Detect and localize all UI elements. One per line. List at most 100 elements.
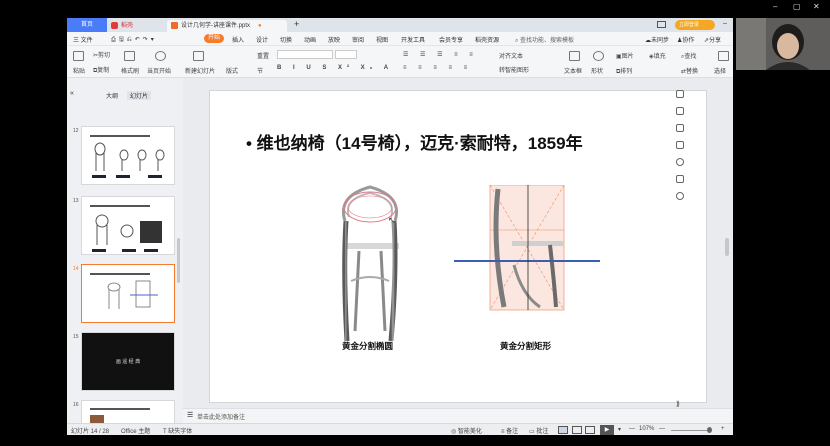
arrange-button[interactable]: ⧉排列	[616, 66, 632, 76]
tab-daoke[interactable]: 稻壳	[107, 20, 165, 32]
minimize-button[interactable]: –	[723, 20, 727, 27]
menu-animation[interactable]: 动画	[304, 35, 316, 44]
picture-button[interactable]: ▣图片	[616, 51, 634, 60]
location-side-icon[interactable]	[676, 192, 684, 200]
theme-name: Office 主题	[121, 429, 151, 435]
cut-label: 剪切	[98, 53, 111, 59]
notes-placeholder: 单击此处添加备注	[197, 415, 246, 421]
help-side-icon[interactable]	[676, 158, 684, 166]
collab-button[interactable]: ♟协作	[677, 35, 694, 44]
notes-toggle[interactable]: ≡ 备注	[501, 426, 518, 435]
new-slide-icon	[193, 51, 204, 61]
chair-golden-ellipse-image[interactable]	[325, 181, 415, 346]
beautify-side-icon[interactable]	[676, 90, 684, 98]
search-box[interactable]: ⌕ 查找功能、搜索模板	[515, 35, 574, 45]
zoom-menu-icon[interactable]: ▾	[618, 426, 621, 433]
missing-font-button[interactable]: T 缺失字体	[163, 426, 192, 435]
menu-design[interactable]: 设计	[256, 35, 268, 44]
select-button[interactable]: 选择	[714, 66, 726, 75]
backup-side-icon[interactable]	[676, 175, 684, 183]
notes-pane[interactable]: ☰ 单击此处添加备注	[183, 408, 733, 422]
file-menu[interactable]: 三 文件	[73, 35, 93, 44]
shape-button[interactable]: 形状	[591, 66, 603, 75]
menu-start[interactable]: 开始	[204, 34, 225, 43]
chair-golden-rectangle-image[interactable]	[454, 185, 614, 320]
reset-button[interactable]: 重置	[257, 51, 269, 60]
undo-toolbar[interactable]: ⎙🖫⎌↶↷▾	[111, 35, 157, 45]
animation-side-icon[interactable]	[676, 141, 684, 149]
zoom-slider-thumb[interactable]	[707, 427, 712, 433]
font-name-dropdown[interactable]	[277, 50, 333, 59]
slide-thumbnail-14[interactable]	[81, 264, 175, 323]
zoom-out-button[interactable]: —	[629, 426, 635, 432]
replace-button[interactable]: ⇄替换	[681, 66, 698, 75]
text-format-buttons[interactable]: B I U S X² X₂ A	[277, 65, 393, 71]
vertical-scrollbar[interactable]	[725, 238, 729, 256]
sorter-view-icon[interactable]	[572, 426, 582, 434]
webcam-video-overlay	[736, 18, 830, 70]
sync-status[interactable]: ☁未同步	[645, 35, 669, 44]
collapse-panel-icon[interactable]: «	[70, 90, 74, 97]
menu-view[interactable]: 视图	[376, 35, 388, 44]
from-current-button[interactable]: 当页开始	[147, 66, 171, 75]
align-text-label: 对齐文本	[499, 54, 524, 60]
text-box-button[interactable]: 文本框	[564, 66, 582, 75]
normal-view-icon[interactable]	[558, 426, 568, 434]
cut-button[interactable]: ✂剪切	[93, 50, 110, 59]
slide-thumbnail-16[interactable]	[81, 400, 175, 425]
notes-icon: ☰	[187, 412, 194, 419]
slide-thumbnail-15[interactable]: 画 遥 经 典	[81, 332, 175, 391]
menu-daoke-resources[interactable]: 稻壳资源	[475, 35, 499, 44]
slide-thumbnail-12[interactable]	[81, 126, 175, 185]
tab-outline[interactable]: 大纲	[106, 91, 118, 100]
menu-transition[interactable]: 切换	[280, 35, 292, 44]
slide-thumbnail-13[interactable]	[81, 196, 175, 255]
paste-button[interactable]: 粘贴	[73, 66, 85, 75]
login-button[interactable]: 立即登录	[675, 20, 715, 30]
smart-art-button[interactable]: 转智能图形	[499, 65, 529, 74]
format-painter-button[interactable]: 格式刷	[121, 66, 139, 75]
zoom-in-button[interactable]: —	[659, 426, 665, 432]
pin-side-icon[interactable]	[676, 124, 684, 132]
comments-toggle[interactable]: ▭ 批注	[529, 426, 548, 435]
os-close-button[interactable]: ✕	[813, 2, 820, 11]
os-maximize-button[interactable]: ▢	[793, 2, 801, 11]
menu-devtools[interactable]: 开发工具	[401, 35, 425, 44]
menu-member[interactable]: 会员专享	[439, 35, 463, 44]
font-size-dropdown[interactable]	[335, 50, 357, 59]
slide-title[interactable]: • 维也纳椅（14号椅），迈克·索耐特，1859年	[246, 129, 583, 154]
window-layout-icon[interactable]	[657, 21, 666, 28]
fill-label: 填充	[653, 54, 666, 60]
new-tab-button[interactable]: +	[290, 18, 299, 30]
os-minimize-button[interactable]: –	[773, 2, 777, 11]
layout-button[interactable]: 版式	[226, 66, 238, 75]
new-slide-button[interactable]: 新建幻灯片	[185, 66, 215, 75]
menu-insert[interactable]: 插入	[232, 35, 244, 44]
tab-slides[interactable]: 幻灯片	[127, 91, 152, 100]
tab-home[interactable]: 首页	[67, 18, 107, 32]
fit-window-button[interactable]: +	[721, 426, 725, 432]
reading-view-icon[interactable]	[585, 426, 595, 434]
beautify-button[interactable]: ◎ 智能美化	[451, 426, 482, 435]
current-slide[interactable]: • 维也纳椅（14号椅），迈克·索耐特，1859年 ↖ 黄金分割椭圆 黄金分割矩…	[209, 90, 707, 403]
collapse-side-icon[interactable]: ⟫	[676, 400, 684, 408]
find-button[interactable]: ⌕查找	[681, 51, 696, 61]
zoom-slider[interactable]	[671, 430, 711, 431]
paragraph-buttons[interactable]: ☰ ☰ ☰ ≡ ≡	[403, 51, 478, 58]
tab-document[interactable]: 设计几何学-讲座课件.pptx ●	[167, 20, 287, 32]
copy-button[interactable]: ⧉复制	[93, 65, 109, 75]
thumbnail-scrollbar[interactable]	[177, 238, 180, 283]
thumb-chairs-image	[92, 214, 162, 252]
align-buttons[interactable]: ≡ ≡ ≡ ≡ ≡	[403, 65, 472, 71]
fill-button[interactable]: ◈填充	[649, 51, 666, 60]
align-text-button[interactable]: 对齐文本	[499, 51, 523, 60]
section-button[interactable]: 节	[257, 66, 263, 75]
tab-close-icon[interactable]: ●	[258, 23, 262, 29]
share-button[interactable]: ⇗分享	[704, 35, 721, 44]
menu-review[interactable]: 审阅	[352, 35, 364, 44]
menu-slideshow[interactable]: 放映	[328, 35, 340, 44]
slideshow-play-icon[interactable]: ▶	[600, 425, 614, 435]
zoom-level[interactable]: 107%	[639, 426, 654, 432]
adjust-side-icon[interactable]	[676, 107, 684, 115]
find-label: 查找	[684, 54, 697, 60]
